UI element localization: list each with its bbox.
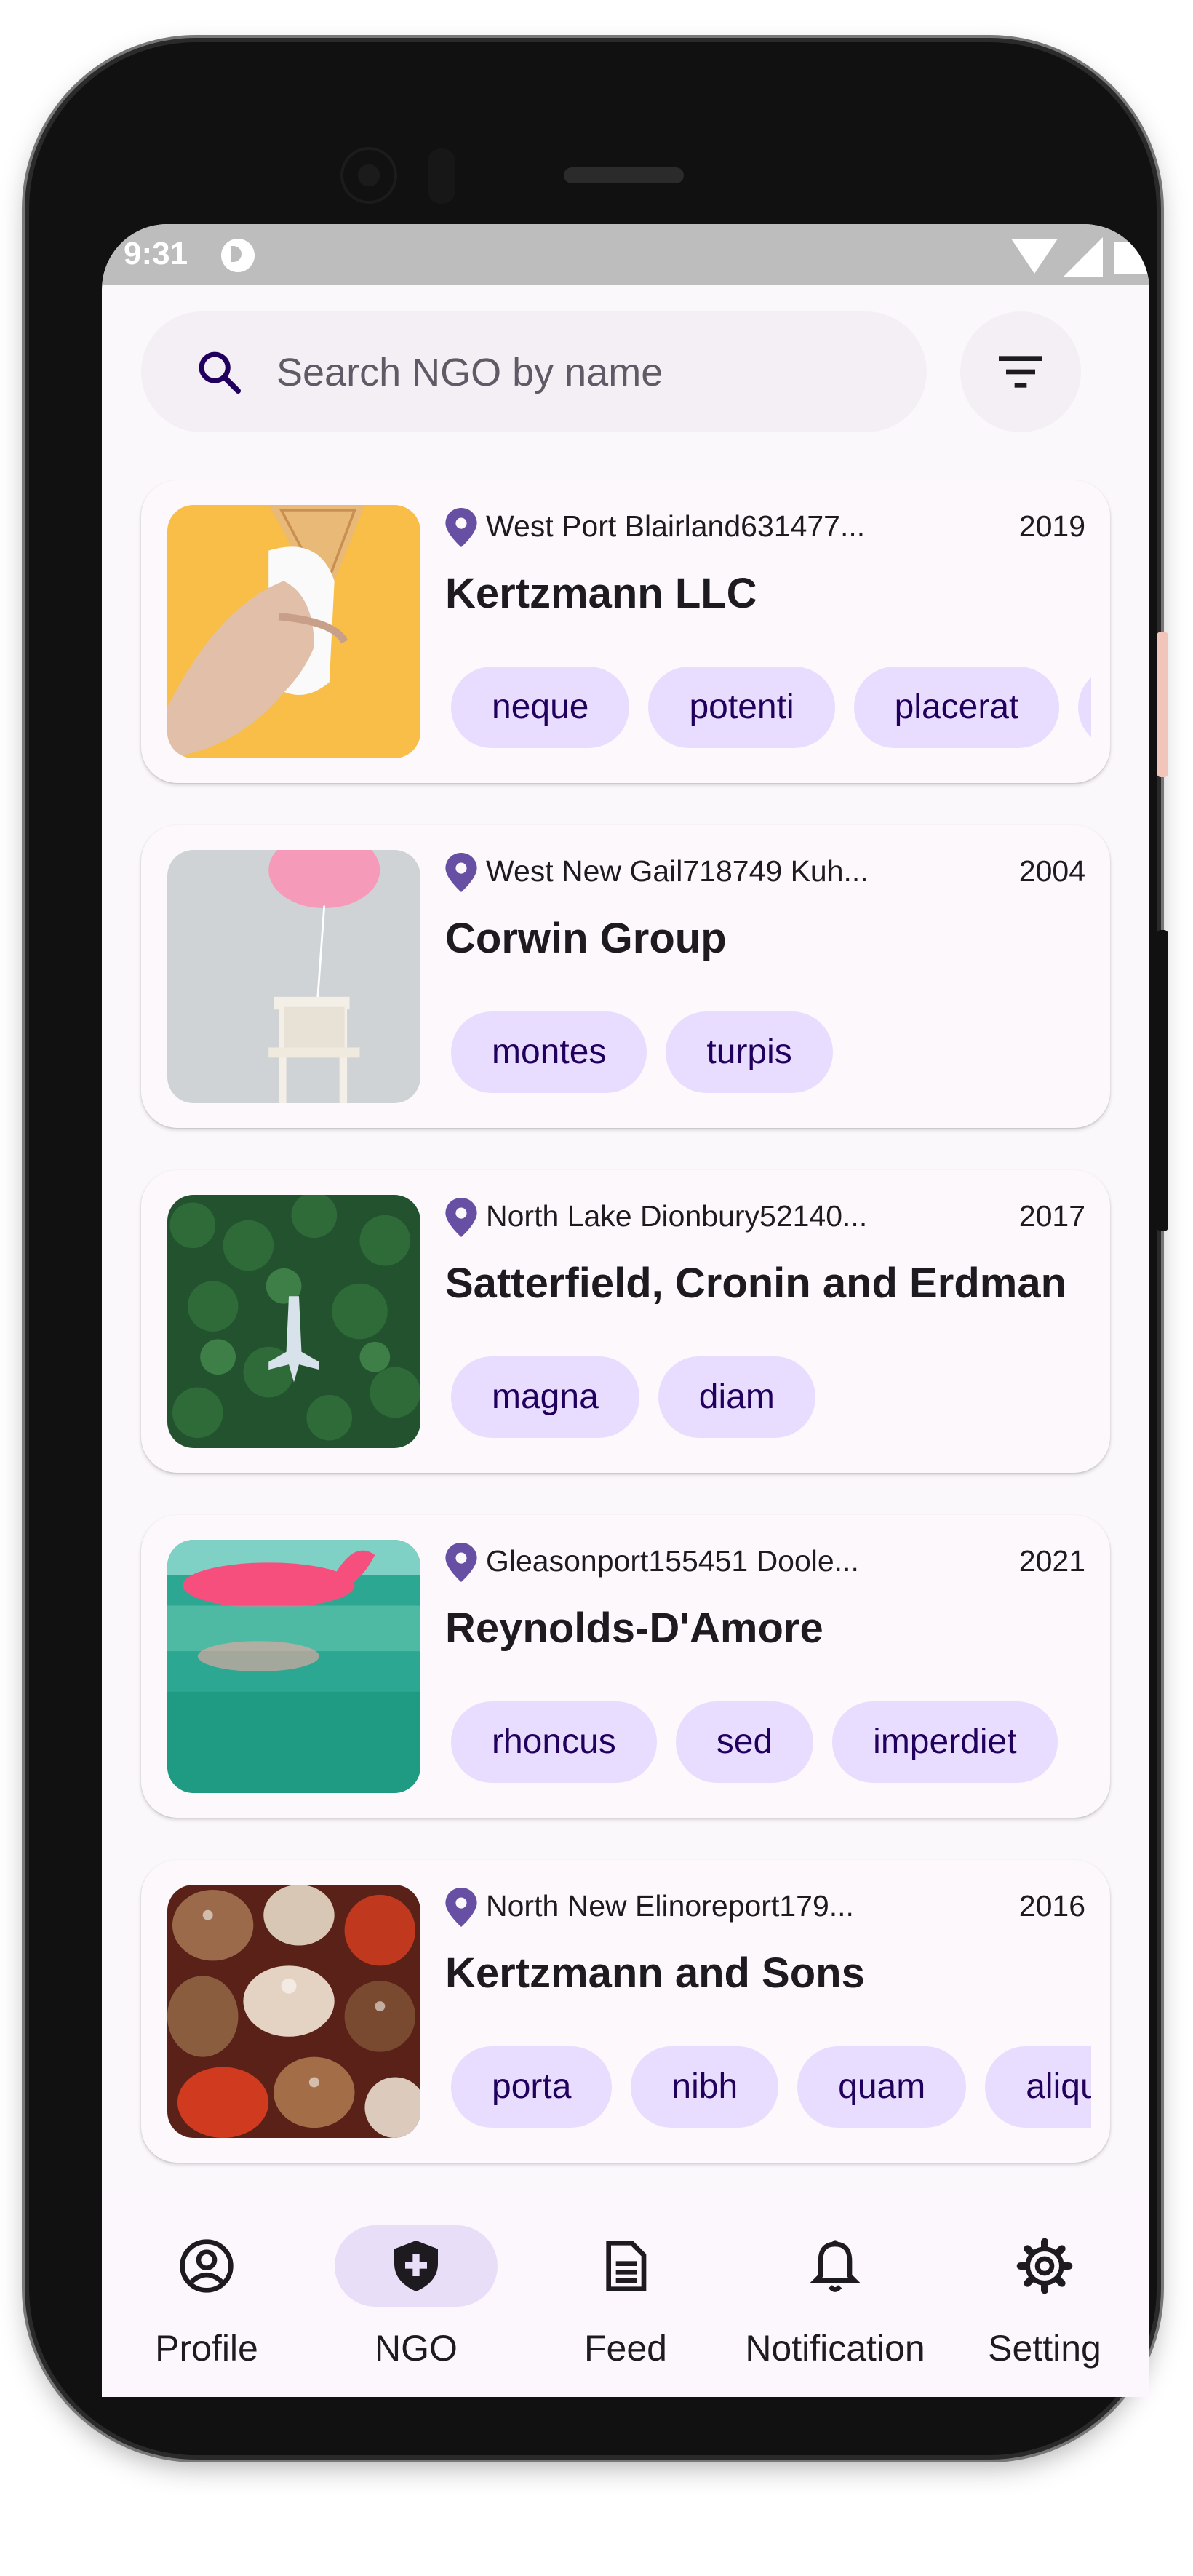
shield-plus-icon xyxy=(394,2241,438,2291)
ngo-name: Corwin Group xyxy=(445,915,727,962)
tag-chip[interactable]: potenti xyxy=(648,667,835,748)
tag-chip[interactable]: aliquet xyxy=(985,2046,1091,2128)
tag-chip[interactable]: r xyxy=(1078,667,1091,748)
sync-icon xyxy=(221,239,255,272)
ngo-location: West Port Blairland631477... xyxy=(486,509,866,543)
ngo-card[interactable]: West New Gail718749 Kuh... 2004 Corwin Gro… xyxy=(141,825,1110,1128)
earpiece xyxy=(564,167,684,183)
wifi-icon xyxy=(1011,239,1058,274)
nav-label: Setting xyxy=(988,2328,1101,2369)
tag-chip[interactable]: porta xyxy=(451,2046,613,2128)
ngo-location: West New Gail718749 Kuh... xyxy=(486,854,869,888)
tag-chip[interactable]: imperdiet xyxy=(832,1701,1058,1783)
ngo-name: Kertzmann LLC xyxy=(445,570,757,617)
tag-chip[interactable]: montes xyxy=(451,1011,647,1093)
ngo-year: 2004 xyxy=(1018,854,1085,888)
ngo-year: 2016 xyxy=(1018,1889,1085,1923)
location-pin-icon xyxy=(445,508,477,547)
nav-label: NGO xyxy=(375,2328,458,2369)
ngo-image xyxy=(167,1540,420,1793)
ngo-image xyxy=(167,505,420,758)
tag-chip[interactable]: quam xyxy=(797,2046,967,2128)
nav-label: Notification xyxy=(745,2328,925,2369)
filter-button[interactable] xyxy=(960,311,1081,432)
bottom-navigation: Profile NGO Feed Notification Setting xyxy=(102,2189,1149,2397)
power-button xyxy=(1157,930,1168,1231)
ngo-image xyxy=(167,1195,420,1448)
ngo-name: Satterfield, Cronin and Erdman xyxy=(445,1260,1066,1307)
front-camera xyxy=(343,150,394,201)
tag-list: montes turpis xyxy=(451,1011,1091,1096)
ngo-year: 2017 xyxy=(1018,1199,1085,1233)
app-screen: 9:31 West Port Blairland6 xyxy=(102,224,1149,2397)
ngo-name: Reynolds-D'Amore xyxy=(445,1605,823,1652)
nav-item-profile[interactable]: Profile xyxy=(102,2189,311,2397)
nav-item-feed[interactable]: Feed xyxy=(521,2189,730,2397)
ngo-name: Kertzmann and Sons xyxy=(445,1949,865,1997)
ngo-year: 2019 xyxy=(1018,509,1085,543)
ngo-location: North New Elinoreport179... xyxy=(486,1889,854,1923)
gear-icon xyxy=(1016,2238,1073,2294)
bell-icon xyxy=(810,2240,861,2292)
tag-chip[interactable]: diam xyxy=(658,1356,815,1438)
tag-chip[interactable]: rhoncus xyxy=(451,1701,657,1783)
search-bar[interactable] xyxy=(141,311,927,432)
feed-icon xyxy=(606,2241,647,2291)
search-input[interactable] xyxy=(275,341,903,405)
signal-icon xyxy=(1064,237,1103,277)
tag-list: magna diam xyxy=(451,1356,1091,1441)
tag-chip[interactable]: neque xyxy=(451,667,630,748)
tag-list: nequepotentiplaceratr xyxy=(451,667,1091,751)
nav-item-notification[interactable]: Notification xyxy=(730,2189,940,2397)
tag-chip[interactable]: magna xyxy=(451,1356,639,1438)
ngo-location: North Lake Dionbury52140... xyxy=(486,1199,868,1233)
ngo-year: 2021 xyxy=(1018,1544,1085,1578)
nav-label: Profile xyxy=(155,2328,258,2369)
phone-frame: 9:31 West Port Blairland6 xyxy=(29,42,1157,2455)
search-icon xyxy=(199,351,242,394)
tag-chip[interactable]: placerat xyxy=(853,667,1060,748)
tag-list: rhoncus sed imperdiet xyxy=(451,1701,1091,1786)
ngo-card[interactable]: North New Elinoreport179... 2016 Kertzmann… xyxy=(141,1860,1110,2163)
ngo-location: Gleasonport155451 Doole... xyxy=(486,1544,859,1578)
ngo-card[interactable]: North Lake Dionbury52140... 2017 Satterfie… xyxy=(141,1170,1110,1473)
location-pin-icon xyxy=(445,1888,477,1927)
location-pin-icon xyxy=(445,1198,477,1237)
nav-item-ngo[interactable]: NGO xyxy=(311,2189,521,2397)
status-bar: 9:31 xyxy=(102,224,1149,285)
status-time: 9:31 xyxy=(124,236,188,271)
ngo-card[interactable]: West Port Blairland631477... 2019 Kertzman… xyxy=(141,480,1110,783)
tag-chip[interactable]: turpis xyxy=(666,1011,833,1093)
proximity-sensor xyxy=(428,148,455,204)
battery-icon xyxy=(1114,242,1149,274)
tag-list: portanibhquamaliquet xyxy=(451,2046,1091,2131)
nav-label: Feed xyxy=(584,2328,667,2369)
nav-item-setting[interactable]: Setting xyxy=(940,2189,1149,2397)
ngo-image xyxy=(167,850,420,1103)
location-pin-icon xyxy=(445,853,477,892)
ngo-image xyxy=(167,1885,420,2138)
tag-chip[interactable]: nibh xyxy=(631,2046,779,2128)
location-pin-icon xyxy=(445,1543,477,1582)
filter-icon xyxy=(999,356,1042,388)
ngo-card[interactable]: Gleasonport155451 Doole... 2021 Reynolds-D… xyxy=(141,1515,1110,1818)
profile-icon xyxy=(180,2239,234,2293)
tag-chip[interactable]: sed xyxy=(675,1701,814,1783)
volume-button xyxy=(1157,632,1168,777)
